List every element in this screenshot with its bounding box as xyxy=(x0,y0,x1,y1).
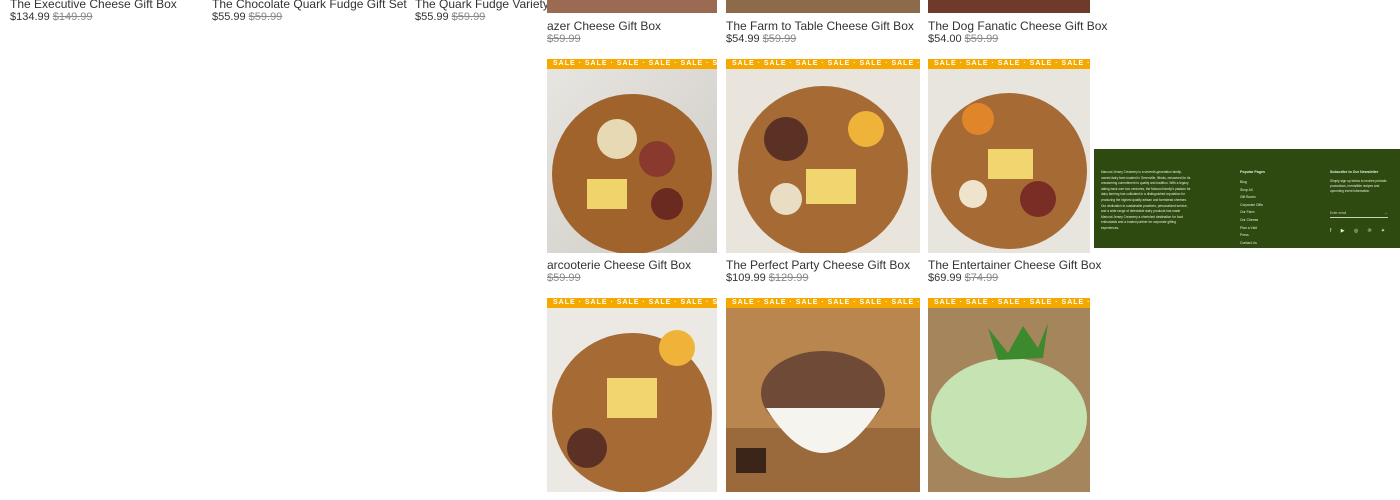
product-card-executive[interactable]: The Executive Cheese Gift Box $134.99 $14… xyxy=(10,0,177,24)
footer-link-gift-boxes[interactable]: Gift Boxes xyxy=(1240,194,1263,202)
product-card-charcuterie[interactable]: arcooterie Cheese Gift Box $59.99 xyxy=(547,258,691,285)
footer-link-our-farm[interactable]: Our Farm xyxy=(1240,209,1263,217)
old-price: $59.99 xyxy=(451,11,486,23)
product-image[interactable] xyxy=(726,0,920,13)
product-card-perfect-party[interactable]: The Perfect Party Cheese Gift Box $109.9… xyxy=(726,258,910,285)
product-image-charcuterie[interactable]: SALE · SALE · SALE · SALE · SALE · SALE … xyxy=(547,59,717,253)
product-price: $109.99 $129.99 xyxy=(726,272,809,284)
product-price: $55.99 $59.99 xyxy=(212,11,283,23)
footer-link-our-cheese[interactable]: Our Cheese xyxy=(1240,217,1263,225)
product-image-party[interactable]: SALE · SALE · SALE · SALE · SALE · SALE … xyxy=(726,59,920,253)
footer-link-blog[interactable]: Blog xyxy=(1240,179,1263,187)
newsletter-email-input[interactable]: Enter email → xyxy=(1330,210,1388,218)
product-title[interactable]: The Farm to Table Cheese Gift Box xyxy=(726,19,914,33)
product-price: $134.99 $149.99 xyxy=(10,11,93,23)
email-placeholder: Enter email xyxy=(1330,211,1347,215)
product-price: $59.99 xyxy=(547,33,661,46)
footer-link-corporate-gifts[interactable]: Corporate Gifts xyxy=(1240,202,1263,210)
product-price: $59.99 xyxy=(547,272,691,285)
product-card-farm-to-table[interactable]: The Farm to Table Cheese Gift Box $54.99… xyxy=(726,19,914,46)
product-image[interactable]: SALE · SALE · SALE · SALE · SALE · SALE … xyxy=(547,298,717,492)
newsletter-text: Simply sign up below to receive periodic… xyxy=(1330,179,1387,194)
old-price: $129.99 xyxy=(768,272,809,284)
site-footer: Marcoot Jersey Creamery is a seventh-gen… xyxy=(1094,149,1400,248)
product-title[interactable]: arcooterie Cheese Gift Box xyxy=(547,258,691,272)
product-image[interactable]: SALE · SALE · SALE · SALE · SALE · SALE … xyxy=(726,298,920,492)
fudge-bowl-illustration xyxy=(726,351,920,492)
cheese-board-illustration xyxy=(552,330,712,492)
product-card-chocolate-quark[interactable]: The Chocolate Quark Fudge Gift Set $55.9… xyxy=(212,0,407,24)
old-price: $59.99 xyxy=(964,33,999,45)
footer-links: Blog Shop All Gift Boxes Corporate Gifts… xyxy=(1240,179,1263,247)
product-image[interactable] xyxy=(928,0,1090,13)
mint-fudge-illustration xyxy=(931,323,1087,478)
product-image[interactable]: SALE · SALE · SALE · SALE · SALE · SALE … xyxy=(928,298,1090,492)
product-card-dog-fanatic[interactable]: The Dog Fanatic Cheese Gift Box $54.00 $5… xyxy=(928,19,1107,46)
product-price: $54.00 $59.99 xyxy=(928,33,999,45)
submit-arrow-icon[interactable]: → xyxy=(1383,210,1388,217)
footer-link-plan-a-visit[interactable]: Plan a Visit xyxy=(1240,225,1263,233)
footer-about-text: Marcoot Jersey Creamery is a seventh-gen… xyxy=(1101,170,1191,230)
footer-link-contact[interactable]: Contact Us xyxy=(1240,240,1263,248)
old-price: $59.99 xyxy=(762,33,797,45)
product-image[interactable] xyxy=(547,0,717,13)
product-title[interactable]: The Entertainer Cheese Gift Box xyxy=(928,258,1101,272)
product-card-blazer[interactable]: azer Cheese Gift Box $59.99 xyxy=(547,19,661,46)
product-title[interactable]: azer Cheese Gift Box xyxy=(547,19,661,33)
old-price: $59.99 xyxy=(547,272,581,284)
cheese-board-illustration xyxy=(931,93,1087,249)
product-price: $54.99 $59.99 xyxy=(726,33,797,45)
old-price: $149.99 xyxy=(52,11,93,23)
product-title[interactable]: The Executive Cheese Gift Box xyxy=(10,0,177,11)
product-title[interactable]: The Perfect Party Cheese Gift Box xyxy=(726,258,910,272)
old-price: $59.99 xyxy=(547,33,581,45)
footer-link-shop-all[interactable]: Shop All xyxy=(1240,187,1263,195)
cheese-board-illustration xyxy=(738,86,908,253)
old-price: $59.99 xyxy=(248,11,283,23)
product-image-entertainer[interactable]: SALE · SALE · SALE · SALE · SALE · SALE … xyxy=(928,59,1090,253)
footer-popular-heading: Popular Pages xyxy=(1240,170,1265,174)
product-price: $69.99 $74.99 xyxy=(928,272,999,284)
old-price: $74.99 xyxy=(964,272,999,284)
product-title[interactable]: The Chocolate Quark Fudge Gift Set xyxy=(212,0,407,11)
cheese-board-illustration xyxy=(552,94,712,253)
social-icons[interactable]: f ▶ ◎ ℗ ✦ xyxy=(1330,228,1389,234)
footer-link-press[interactable]: Press xyxy=(1240,232,1263,240)
product-card-entertainer[interactable]: The Entertainer Cheese Gift Box $69.99 $7… xyxy=(928,258,1101,285)
product-title[interactable]: The Dog Fanatic Cheese Gift Box xyxy=(928,19,1107,33)
newsletter-heading: Subscribe to Our Newsletter xyxy=(1330,170,1379,174)
